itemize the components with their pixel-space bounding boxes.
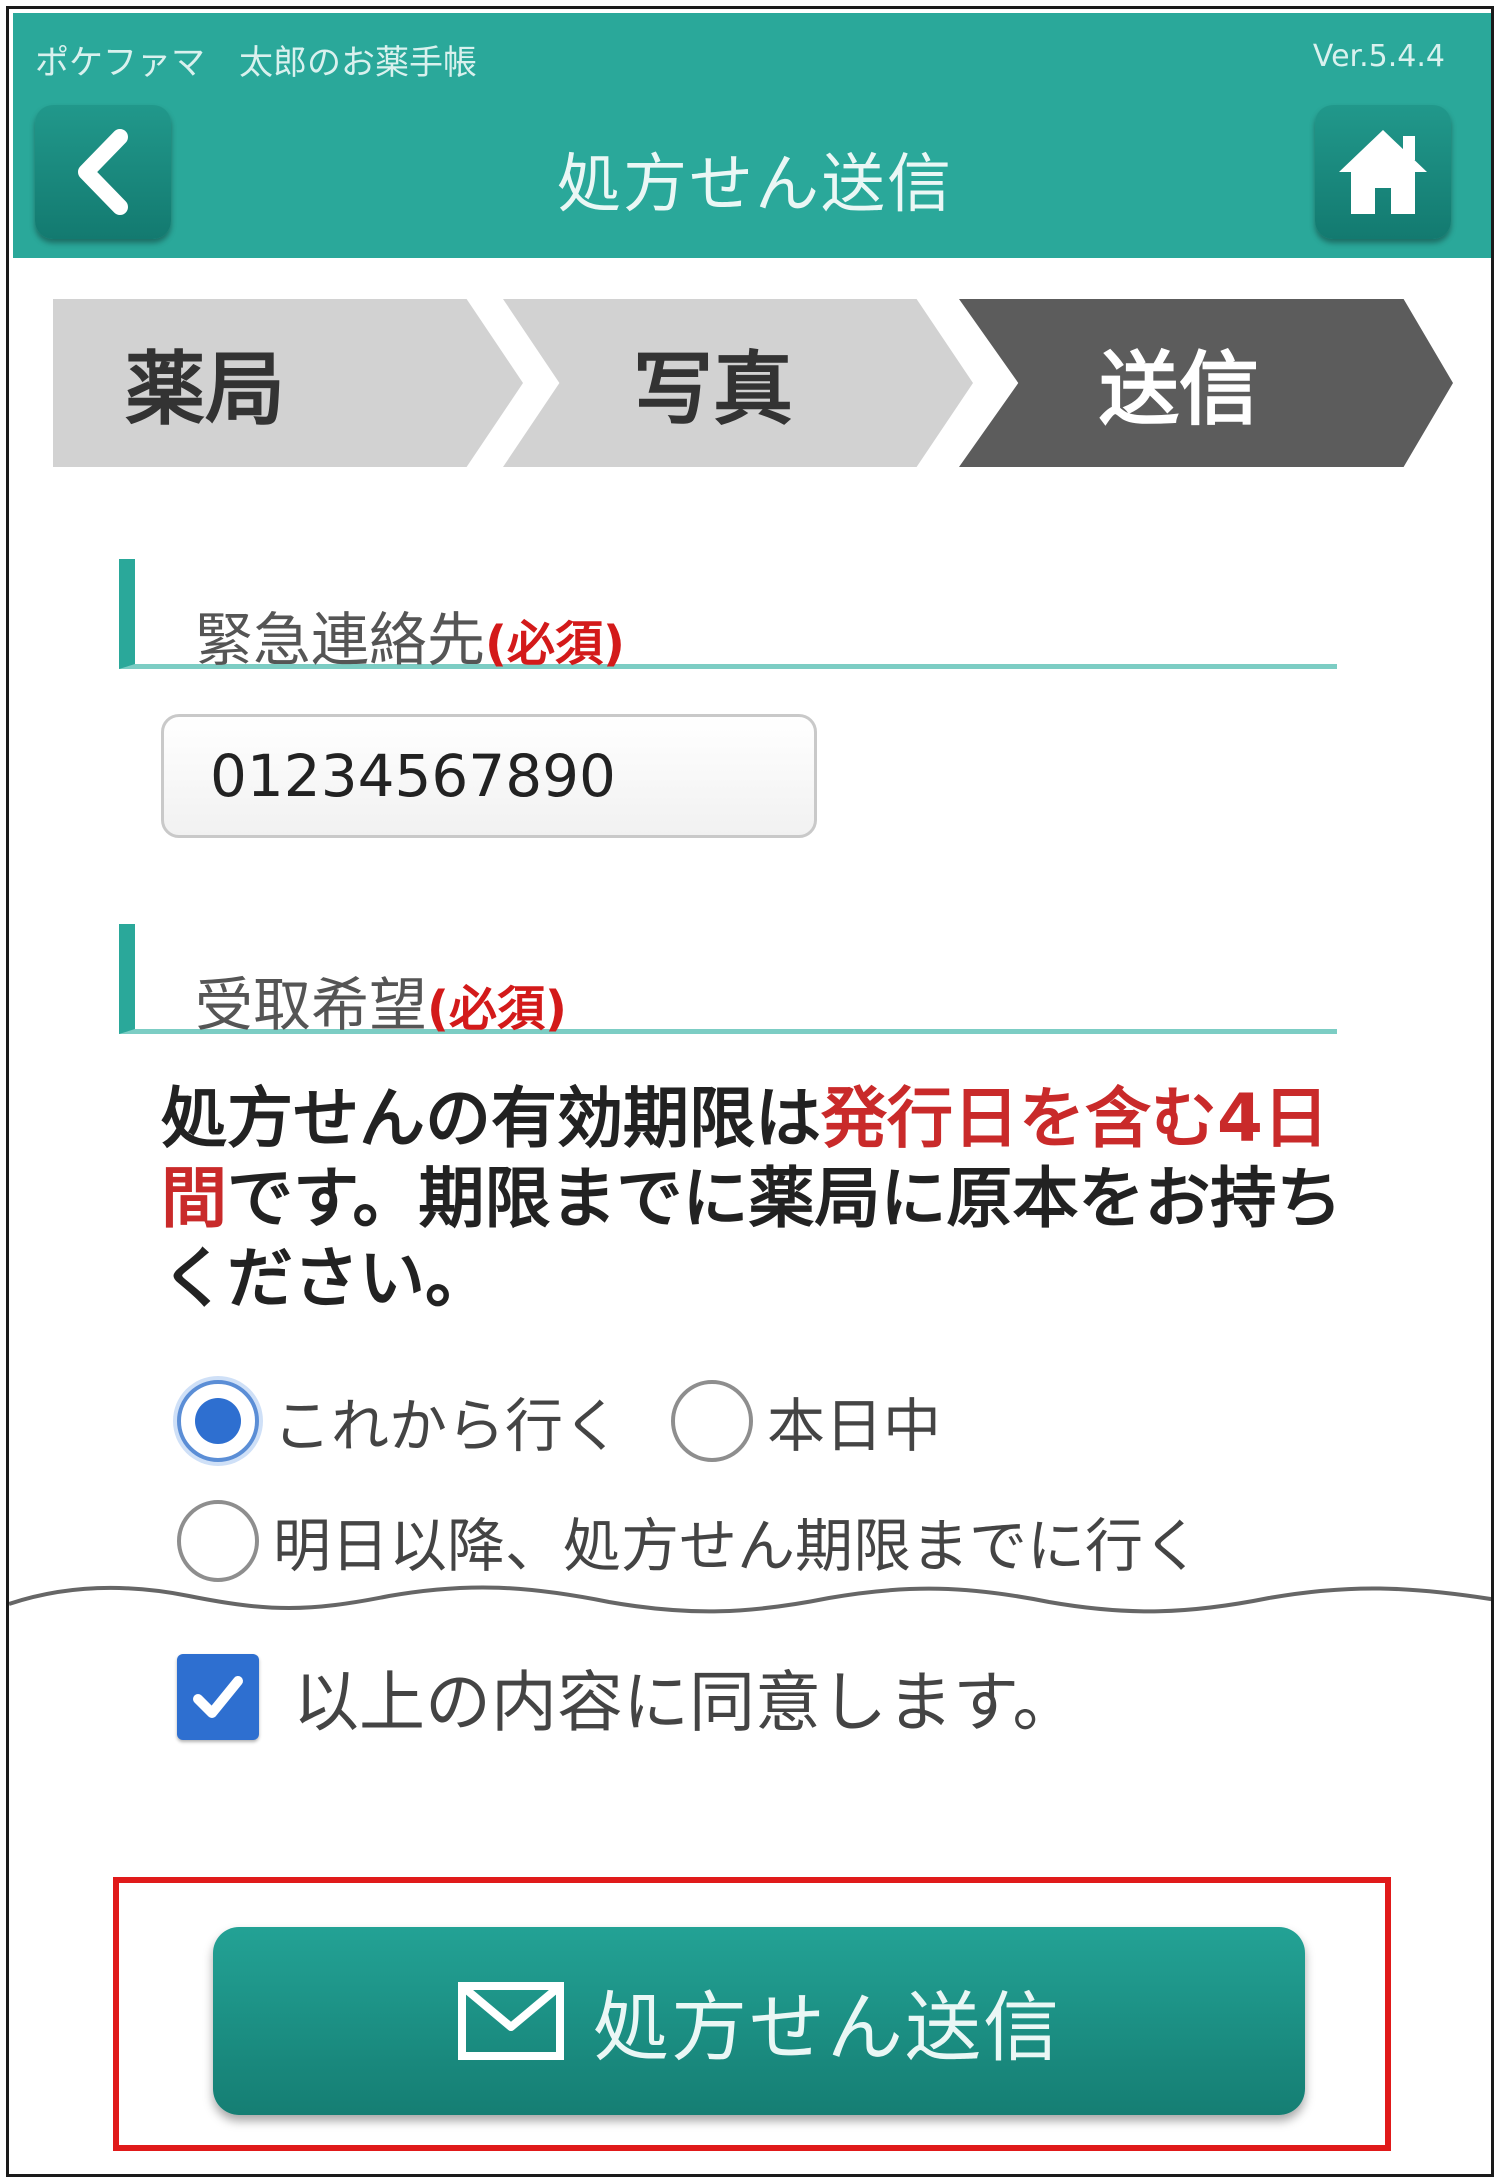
- progress-steps: 薬局 写真 送信: [53, 299, 1453, 467]
- emergency-contact-input[interactable]: 01234567890: [161, 714, 817, 838]
- agreement-checkbox-row[interactable]: 以上の内容に同意します。: [177, 1649, 1078, 1745]
- radio-label: これから行く: [273, 1392, 622, 1460]
- app-name: ポケファマ 太郎のお薬手帳: [35, 43, 477, 83]
- radio-button[interactable]: [177, 1380, 259, 1462]
- section-title: 緊急連絡先: [195, 606, 486, 674]
- section-label: 受取希望(必須): [195, 958, 567, 1042]
- notice-text: です。期限までに薬局に原本をお持ちください。: [161, 1160, 1343, 1317]
- agreement-label: 以上の内容に同意します。: [293, 1664, 1079, 1741]
- screen-frame: ポケファマ 太郎のお薬手帳 Ver.5.4.4 処方せん送信 薬局 写真 送信 …: [6, 6, 1494, 2177]
- section-emergency-contact: 緊急連絡先(必須): [119, 559, 1337, 674]
- step-label: 送信: [1099, 343, 1259, 436]
- send-prescription-button[interactable]: 処方せん送信: [213, 1927, 1305, 2115]
- step-pharmacy: 薬局: [53, 299, 523, 467]
- required-badge: (必須): [427, 981, 567, 1037]
- home-button[interactable]: [1315, 105, 1451, 239]
- mail-icon: [458, 1982, 564, 2060]
- step-photo: 写真: [503, 299, 973, 467]
- version-label: Ver.5.4.4: [1312, 39, 1445, 74]
- required-badge: (必須): [485, 616, 625, 672]
- validity-notice: 処方せんの有効期限は発行日を含む4日間です。期限までに薬局に原本をお持ちください…: [161, 1079, 1371, 1319]
- notice-text: 処方せんの有効期限は: [161, 1080, 821, 1157]
- check-icon: [193, 1676, 243, 1718]
- radio-go-now[interactable]: これから行く: [177, 1379, 621, 1463]
- home-icon: [1339, 130, 1427, 214]
- app-header: ポケファマ 太郎のお薬手帳 Ver.5.4.4 処方せん送信: [13, 13, 1491, 258]
- step-label: 写真: [633, 343, 793, 436]
- radio-label: 本日中: [767, 1392, 942, 1460]
- section-pickup: 受取希望(必須): [119, 924, 1337, 1039]
- step-send: 送信: [959, 299, 1453, 467]
- section-label: 緊急連絡先(必須): [195, 593, 625, 677]
- radio-button[interactable]: [671, 1380, 753, 1462]
- radio-today[interactable]: 本日中: [671, 1379, 941, 1463]
- agreement-checkbox[interactable]: [177, 1654, 259, 1740]
- section-title: 受取希望: [195, 971, 428, 1039]
- send-button-label: 処方せん送信: [593, 1983, 1061, 2072]
- step-label: 薬局: [125, 343, 285, 436]
- page-title: 処方せん送信: [557, 148, 953, 222]
